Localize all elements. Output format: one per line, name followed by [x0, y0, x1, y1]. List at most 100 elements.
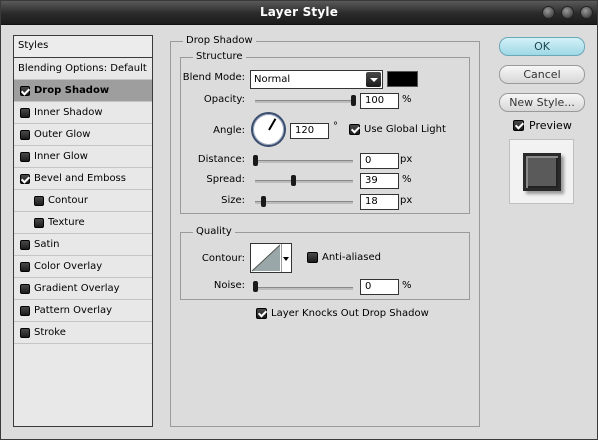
opacity-slider-thumb[interactable]: [351, 95, 356, 106]
noise-slider-thumb[interactable]: [253, 281, 258, 292]
contour-curve-icon: [251, 244, 281, 272]
use-global-light-checkbox[interactable]: [349, 124, 360, 135]
distance-slider-track[interactable]: [255, 160, 353, 163]
noise-unit: %: [402, 280, 412, 291]
style-item-checkbox[interactable]: [20, 130, 30, 140]
style-item-label: Gradient Overlay: [34, 283, 120, 294]
distance-label: Distance:: [197, 154, 245, 165]
size-slider-track[interactable]: [255, 201, 353, 204]
spread-label: Spread:: [206, 174, 245, 185]
spread-input[interactable]: 39: [360, 173, 399, 189]
cancel-button[interactable]: Cancel: [499, 65, 585, 84]
noise-label: Noise:: [213, 280, 245, 291]
angle-unit: °: [333, 121, 338, 132]
spread-slider-thumb[interactable]: [291, 175, 297, 186]
layer-style-dialog: Layer Style Styles Blending Options: Def…: [0, 0, 598, 440]
styles-header[interactable]: Styles: [14, 36, 152, 58]
blend-mode-label: Blend Mode:: [182, 72, 245, 83]
style-item-drop-shadow[interactable]: Drop Shadow: [14, 80, 152, 102]
contour-picker[interactable]: [250, 243, 292, 273]
style-item-label: Bevel and Emboss: [34, 173, 126, 184]
style-item-label: Contour: [48, 195, 88, 206]
style-item-texture[interactable]: Texture: [14, 212, 152, 234]
opacity-slider-track[interactable]: [255, 100, 353, 103]
style-item-stroke[interactable]: Stroke: [14, 322, 152, 344]
dialog-title: Layer Style: [259, 5, 339, 19]
close-button[interactable]: [580, 6, 593, 19]
spread-unit: %: [402, 174, 412, 185]
quality-title: Quality: [193, 226, 235, 238]
layer-knocks-out-label: Layer Knocks Out Drop Shadow: [271, 308, 429, 319]
style-item-checkbox[interactable]: [20, 152, 30, 162]
spread-slider-track[interactable]: [255, 180, 353, 183]
style-item-label: Pattern Overlay: [34, 305, 113, 316]
style-item-label: Outer Glow: [34, 129, 91, 140]
style-item-label: Blending Options: Default: [18, 63, 147, 74]
style-item-label: Stroke: [34, 327, 66, 338]
minimize-button[interactable]: [542, 6, 555, 19]
style-item-label: Texture: [48, 217, 85, 228]
style-item-label: Inner Shadow: [34, 107, 103, 118]
noise-input[interactable]: 0: [360, 279, 399, 295]
style-item-checkbox[interactable]: [20, 108, 30, 118]
ok-button[interactable]: OK: [499, 37, 585, 56]
style-item-checkbox[interactable]: [20, 284, 30, 294]
use-global-light-label: Use Global Light: [364, 124, 446, 135]
style-preview: [509, 139, 574, 204]
shadow-color-swatch[interactable]: [387, 71, 418, 87]
style-item-checkbox[interactable]: [20, 86, 30, 96]
size-label: Size:: [221, 195, 245, 206]
blend-mode-select[interactable]: Normal: [250, 70, 383, 89]
new-style-button[interactable]: New Style...: [499, 93, 585, 112]
size-slider-thumb[interactable]: [260, 196, 266, 207]
styles-list: Styles Blending Options: Default Drop Sha…: [13, 35, 153, 427]
style-item-satin[interactable]: Satin: [14, 234, 152, 256]
style-item-bevel-and-emboss[interactable]: Bevel and Emboss: [14, 168, 152, 190]
style-item-inner-shadow[interactable]: Inner Shadow: [14, 102, 152, 124]
contour-dropdown-arrow[interactable]: [281, 244, 291, 272]
angle-dial[interactable]: [251, 112, 286, 147]
blend-mode-value: Normal: [254, 74, 291, 85]
noise-slider-track[interactable]: [255, 287, 353, 290]
anti-aliased-checkbox[interactable]: [307, 252, 318, 263]
style-item-checkbox[interactable]: [20, 328, 30, 338]
maximize-button[interactable]: [561, 6, 574, 19]
style-item-gradient-overlay[interactable]: Gradient Overlay: [14, 278, 152, 300]
angle-input[interactable]: 120: [290, 123, 329, 139]
drop-shadow-title: Drop Shadow: [183, 35, 256, 47]
distance-slider-thumb[interactable]: [253, 155, 258, 166]
style-item-checkbox[interactable]: [20, 174, 30, 184]
style-item-checkbox[interactable]: [20, 262, 30, 272]
layer-knocks-out-checkbox[interactable]: [256, 308, 267, 319]
style-item-outer-glow[interactable]: Outer Glow: [14, 124, 152, 146]
distance-input[interactable]: 0: [360, 153, 399, 169]
opacity-label: Opacity:: [203, 94, 245, 105]
opacity-unit: %: [402, 94, 412, 105]
style-item-inner-glow[interactable]: Inner Glow: [14, 146, 152, 168]
style-item-color-overlay[interactable]: Color Overlay: [14, 256, 152, 278]
anti-aliased-label: Anti-aliased: [322, 252, 382, 263]
size-input[interactable]: 18: [360, 194, 399, 210]
style-item-label: Satin: [34, 239, 60, 250]
style-item-checkbox[interactable]: [34, 218, 44, 228]
angle-label: Angle:: [213, 125, 245, 136]
style-item-label: Color Overlay: [34, 261, 103, 272]
style-item-contour[interactable]: Contour: [14, 190, 152, 212]
style-item-checkbox[interactable]: [34, 196, 44, 206]
style-item-label: Drop Shadow: [34, 85, 110, 96]
structure-title: Structure: [193, 51, 246, 63]
preview-checkbox[interactable]: [513, 120, 524, 131]
style-preview-swatch: [523, 153, 561, 191]
style-item-checkbox[interactable]: [20, 240, 30, 250]
style-item-pattern-overlay[interactable]: Pattern Overlay: [14, 300, 152, 322]
chevron-down-icon: [366, 72, 381, 87]
opacity-input[interactable]: 100: [360, 93, 399, 109]
style-item-checkbox[interactable]: [20, 306, 30, 316]
style-item-label: Inner Glow: [34, 151, 88, 162]
angle-dial-hand: [267, 117, 276, 130]
style-item-blending-options-default[interactable]: Blending Options: Default: [14, 58, 152, 80]
title-bar[interactable]: Layer Style: [1, 1, 597, 25]
size-unit: px: [400, 195, 413, 206]
preview-label: Preview: [529, 119, 572, 132]
contour-label: Contour:: [201, 253, 245, 264]
